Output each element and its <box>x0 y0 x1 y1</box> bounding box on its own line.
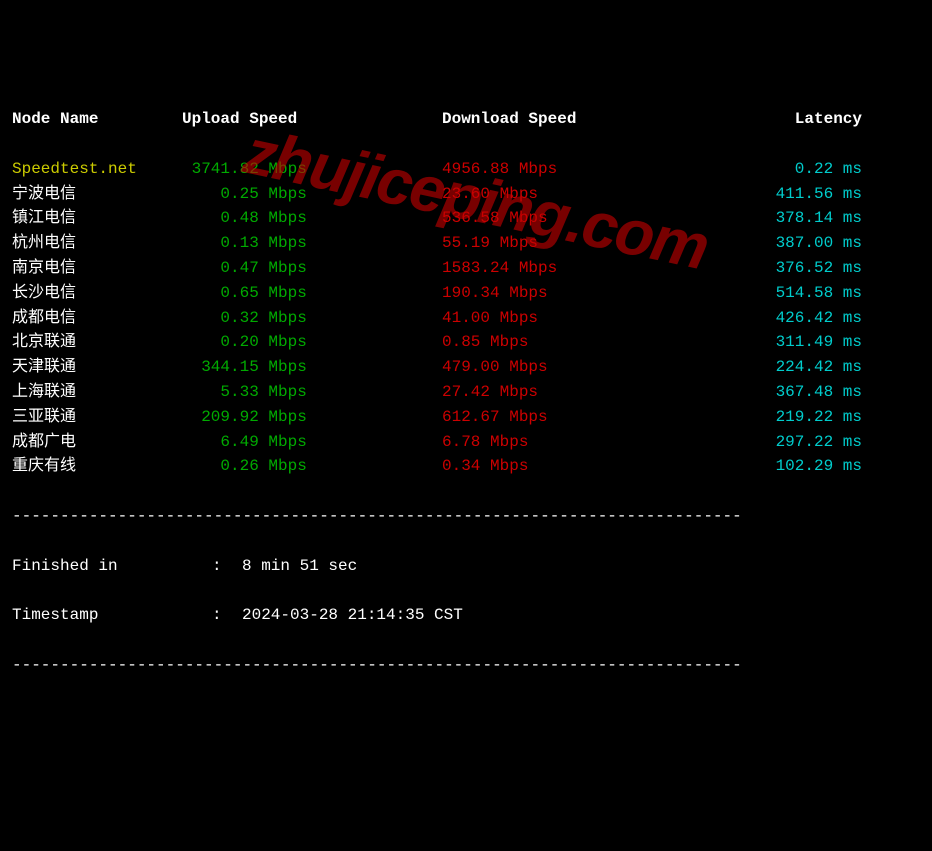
timestamp-label: Timestamp <box>12 603 212 628</box>
finished-label: Finished in <box>12 554 212 579</box>
latency: 297.22 ms <box>682 430 862 455</box>
latency: 311.49 ms <box>682 330 862 355</box>
node-name: 成都广电 <box>12 430 182 455</box>
footer-timestamp-row: Timestamp:2024-03-28 21:14:35 CST <box>12 603 920 628</box>
upload-speed: 0.13 Mbps <box>182 231 442 256</box>
latency: 411.56 ms <box>682 182 862 207</box>
latency: 102.29 ms <box>682 454 862 479</box>
node-name: 上海联通 <box>12 380 182 405</box>
download-speed: 612.67 Mbps <box>442 405 682 430</box>
download-speed: 0.85 Mbps <box>442 330 682 355</box>
download-speed: 6.78 Mbps <box>442 430 682 455</box>
node-name: 成都电信 <box>12 306 182 331</box>
download-speed: 190.34 Mbps <box>442 281 682 306</box>
upload-speed: 0.65 Mbps <box>182 281 442 306</box>
colon: : <box>212 603 242 628</box>
latency: 378.14 ms <box>682 206 862 231</box>
separator-line: ----------------------------------------… <box>12 504 920 529</box>
upload-speed: 0.32 Mbps <box>182 306 442 331</box>
table-row: 杭州电信 0.13 Mbps55.19 Mbps387.00 ms <box>12 231 920 256</box>
upload-speed: 5.33 Mbps <box>182 380 442 405</box>
node-name: 杭州电信 <box>12 231 182 256</box>
header-download: Download Speed <box>442 107 682 132</box>
download-speed: 41.00 Mbps <box>442 306 682 331</box>
download-speed: 55.19 Mbps <box>442 231 682 256</box>
download-speed: 0.34 Mbps <box>442 454 682 479</box>
node-name: 镇江电信 <box>12 206 182 231</box>
table-header-row: Node Name Upload Speed Download Speed La… <box>12 107 920 132</box>
latency: 376.52 ms <box>682 256 862 281</box>
table-row: 南京电信 0.47 Mbps1583.24 Mbps376.52 ms <box>12 256 920 281</box>
header-node: Node Name <box>12 107 182 132</box>
latency: 387.00 ms <box>682 231 862 256</box>
node-name: 三亚联通 <box>12 405 182 430</box>
node-name: 宁波电信 <box>12 182 182 207</box>
download-speed: 4956.88 Mbps <box>442 157 682 182</box>
upload-speed: 0.48 Mbps <box>182 206 442 231</box>
node-name: 长沙电信 <box>12 281 182 306</box>
table-row: 上海联通 5.33 Mbps27.42 Mbps367.48 ms <box>12 380 920 405</box>
node-name: 北京联通 <box>12 330 182 355</box>
separator-line: ----------------------------------------… <box>12 653 920 678</box>
latency: 426.42 ms <box>682 306 862 331</box>
upload-speed: 0.26 Mbps <box>182 454 442 479</box>
latency: 219.22 ms <box>682 405 862 430</box>
node-name: 南京电信 <box>12 256 182 281</box>
upload-speed: 209.92 Mbps <box>182 405 442 430</box>
footer-finished-row: Finished in:8 min 51 sec <box>12 554 920 579</box>
upload-speed: 0.25 Mbps <box>182 182 442 207</box>
colon: : <box>212 554 242 579</box>
download-speed: 479.00 Mbps <box>442 355 682 380</box>
table-row: 天津联通 344.15 Mbps479.00 Mbps224.42 ms <box>12 355 920 380</box>
node-name: Speedtest.net <box>12 157 182 182</box>
download-speed: 536.58 Mbps <box>442 206 682 231</box>
table-row: 三亚联通 209.92 Mbps612.67 Mbps219.22 ms <box>12 405 920 430</box>
upload-speed: 0.47 Mbps <box>182 256 442 281</box>
table-row: 重庆有线 0.26 Mbps0.34 Mbps102.29 ms <box>12 454 920 479</box>
table-row: 北京联通 0.20 Mbps0.85 Mbps311.49 ms <box>12 330 920 355</box>
table-row: Speedtest.net 3741.82 Mbps4956.88 Mbps0.… <box>12 157 920 182</box>
upload-speed: 344.15 Mbps <box>182 355 442 380</box>
finished-value: 8 min 51 sec <box>242 557 357 575</box>
latency: 224.42 ms <box>682 355 862 380</box>
upload-speed: 0.20 Mbps <box>182 330 442 355</box>
download-speed: 27.42 Mbps <box>442 380 682 405</box>
download-speed: 23.60 Mbps <box>442 182 682 207</box>
latency: 367.48 ms <box>682 380 862 405</box>
header-latency: Latency <box>682 107 862 132</box>
timestamp-value: 2024-03-28 21:14:35 CST <box>242 606 463 624</box>
header-upload: Upload Speed <box>182 107 442 132</box>
download-speed: 1583.24 Mbps <box>442 256 682 281</box>
table-row: 长沙电信 0.65 Mbps190.34 Mbps514.58 ms <box>12 281 920 306</box>
table-body: Speedtest.net 3741.82 Mbps4956.88 Mbps0.… <box>12 157 920 479</box>
node-name: 重庆有线 <box>12 454 182 479</box>
latency: 0.22 ms <box>682 157 862 182</box>
upload-speed: 3741.82 Mbps <box>182 157 442 182</box>
table-row: 宁波电信 0.25 Mbps23.60 Mbps411.56 ms <box>12 182 920 207</box>
table-row: 镇江电信 0.48 Mbps536.58 Mbps378.14 ms <box>12 206 920 231</box>
latency: 514.58 ms <box>682 281 862 306</box>
table-row: 成都电信 0.32 Mbps41.00 Mbps426.42 ms <box>12 306 920 331</box>
table-row: 成都广电 6.49 Mbps6.78 Mbps297.22 ms <box>12 430 920 455</box>
upload-speed: 6.49 Mbps <box>182 430 442 455</box>
node-name: 天津联通 <box>12 355 182 380</box>
